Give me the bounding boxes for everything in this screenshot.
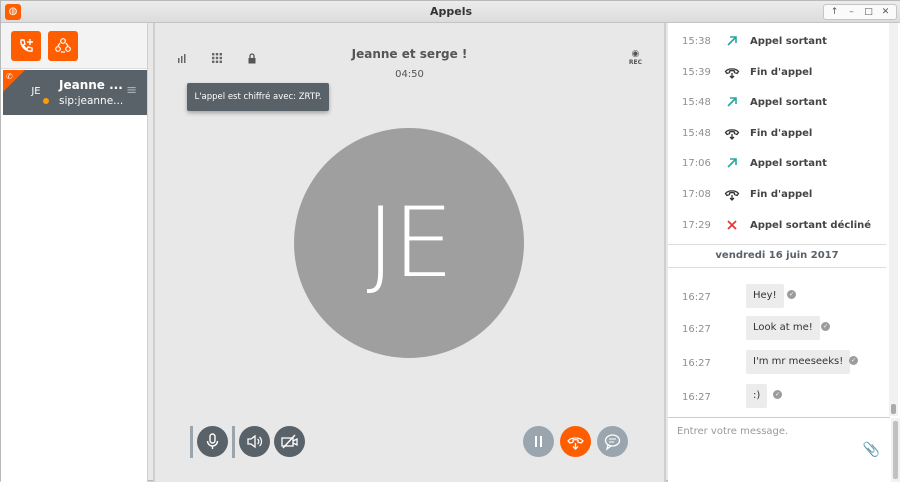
camera-off-icon: [281, 434, 298, 449]
speaker-level-bar: [232, 426, 235, 458]
phone-icon: ✆: [6, 72, 13, 81]
presence-dot: [43, 98, 49, 104]
contacts-sidebar: ✆ JE Jeanne ... sip:jeanne... ≡: [1, 23, 148, 482]
outgoing-call-icon: [727, 36, 737, 46]
history-time: 15:48: [682, 97, 711, 108]
window-close-button[interactable]: ✕: [878, 7, 893, 17]
window-raise-button[interactable]: ↑: [827, 7, 842, 17]
call-duration: 04:50: [395, 69, 424, 80]
history-panel: 15:38 Appel sortant 15:39 Fin d'appel 15…: [668, 23, 900, 482]
speaker-button[interactable]: [239, 426, 270, 457]
delivered-check-icon: ✓: [787, 290, 796, 299]
history-label: Fin d'appel: [750, 67, 813, 78]
composer-scrollbar[interactable]: [891, 418, 900, 482]
message-composer[interactable]: Entrer votre message. 📎: [668, 417, 890, 482]
history-row: 17:29 Appel sortant décliné: [668, 211, 886, 241]
speaker-icon: [247, 434, 263, 449]
call-avatar: JE: [294, 128, 524, 358]
new-call-icon: [20, 39, 33, 52]
history-row: 15:48 Fin d'appel: [668, 119, 886, 149]
pause-icon: [535, 436, 542, 447]
window-minimize-button[interactable]: –: [844, 7, 859, 17]
history-label: Fin d'appel: [750, 128, 813, 139]
history-label: Appel sortant: [750, 158, 827, 169]
message-time: 16:27: [682, 392, 711, 403]
date-separator: vendredi 16 juin 2017: [668, 244, 886, 268]
contact-address: sip:jeanne...: [59, 95, 124, 107]
composer-scrollbar-thumb[interactable]: [893, 421, 898, 479]
delivered-check-icon: ✓: [849, 356, 858, 365]
sidebar-toolbar: [1, 23, 147, 69]
contact-list-item[interactable]: ✆ JE Jeanne ... sip:jeanne... ≡: [3, 70, 147, 115]
history-time: 17:06: [682, 158, 711, 169]
history-time: 17:08: [682, 189, 711, 200]
delivered-check-icon: ✓: [821, 322, 830, 331]
chat-icon: [604, 434, 621, 451]
history-label: Appel sortant décliné: [750, 220, 872, 231]
record-label: REC: [628, 59, 642, 66]
history-time: 15:38: [682, 36, 711, 47]
window-controls: ↑ – □ ✕: [823, 4, 897, 20]
declined-call-icon: [727, 220, 737, 230]
end-call-icon: [724, 129, 740, 140]
conference-icon: [55, 38, 71, 53]
attachment-icon[interactable]: 📎: [863, 442, 880, 458]
microphone-icon: [206, 433, 219, 449]
new-call-button[interactable]: [11, 31, 41, 61]
message-bubble: Look at me!: [746, 316, 820, 340]
record-icon: ◉: [631, 49, 640, 59]
chat-button[interactable]: [597, 426, 628, 457]
message-time: 16:27: [682, 358, 711, 369]
history-label: Appel sortant: [750, 36, 827, 47]
window-title: Appels: [429, 5, 473, 18]
message-input-placeholder[interactable]: Entrer votre message.: [677, 426, 788, 437]
call-title: Jeanne et serge !: [351, 47, 468, 61]
delivered-check-icon: ✓: [773, 390, 782, 399]
message-bubble: I'm mr meeseeks!: [746, 350, 851, 374]
message-time: 16:27: [682, 324, 711, 335]
window-maximize-button[interactable]: □: [861, 7, 876, 17]
message-row: 16:27 Look at me! ✓: [668, 316, 886, 346]
contact-name: Jeanne ...: [59, 78, 123, 92]
history-label: Appel sortant: [750, 97, 827, 108]
history-row: 17:06 Appel sortant: [668, 149, 886, 179]
message-bubble: Hey!: [746, 284, 784, 308]
conference-button[interactable]: [48, 31, 78, 61]
hangup-icon: [567, 437, 584, 450]
end-call-icon: [724, 68, 740, 79]
record-button[interactable]: ◉ REC: [629, 49, 642, 66]
end-call-icon: [724, 190, 740, 201]
history-row: 15:39 Fin d'appel: [668, 58, 886, 88]
message-bubble: :): [746, 384, 768, 408]
app-window: ◍ Appels ↑ – □ ✕ ✆ JE Jeanne ... sip:jea…: [0, 0, 900, 482]
history-time: 15:39: [682, 67, 711, 78]
encryption-tooltip: L'appel est chiffré avec: ZRTP.: [187, 83, 329, 111]
microphone-button[interactable]: [197, 426, 228, 457]
titlebar: ◍ Appels ↑ – □ ✕: [1, 1, 900, 23]
hangup-button[interactable]: [560, 426, 591, 457]
message-row: 16:27 :) ✓: [668, 384, 886, 414]
contact-menu-icon[interactable]: ≡: [126, 83, 137, 98]
history-time: 17:29: [682, 220, 711, 231]
camera-button[interactable]: [274, 426, 305, 457]
history-row: 15:48 Appel sortant: [668, 88, 886, 118]
scrollbar-thumb[interactable]: [891, 404, 896, 414]
message-row: 16:27 Hey! ✓: [668, 284, 886, 314]
history-scrollbar[interactable]: [889, 23, 898, 416]
message-time: 16:27: [682, 292, 711, 303]
outgoing-call-icon: [727, 97, 737, 107]
call-view: Jeanne et serge ! 04:50 ◉ REC L'appel es…: [153, 23, 666, 482]
history-time: 15:48: [682, 128, 711, 139]
message-row: 16:27 I'm mr meeseeks! ✓: [668, 350, 886, 380]
history-row: 15:38 Appel sortant: [668, 27, 886, 57]
mic-level-bar: [190, 426, 193, 458]
history-label: Fin d'appel: [750, 189, 813, 200]
pause-button[interactable]: [523, 426, 554, 457]
history-row: 17:08 Fin d'appel: [668, 180, 886, 210]
outgoing-call-icon: [727, 158, 737, 168]
